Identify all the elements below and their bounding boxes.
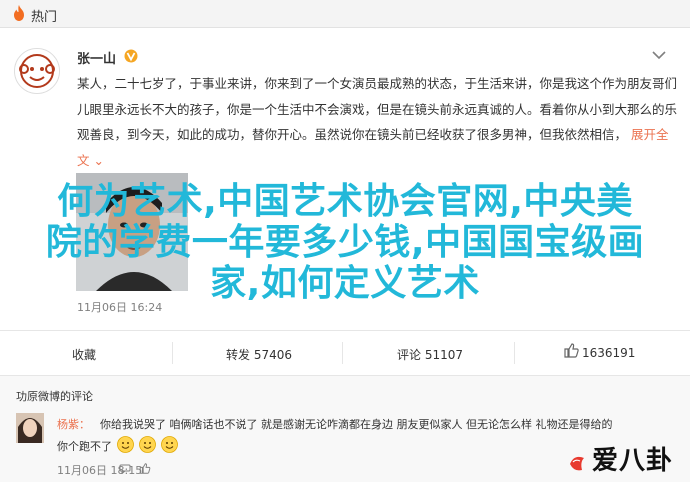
divider [514, 342, 515, 364]
orange-v-icon [124, 49, 138, 63]
post-text: 某人，二十七岁了，于事业来讲，你来到了一个女演员最成熟的状态，于生活来讲，你是我… [77, 71, 677, 173]
grin-emoji-icon [139, 436, 156, 453]
top-bar: 热门 [0, 0, 690, 28]
person-photo-icon [16, 413, 44, 443]
divider [342, 342, 343, 364]
portrait-image-icon [76, 173, 188, 291]
action-bar: 收藏 转发 57406 评论 51107 1636191 [0, 330, 690, 376]
comment-section-title: 功原微博的评论 [16, 390, 93, 403]
chevron-down-small-icon[interactable]: ⌄ [90, 153, 103, 168]
topbar-title: 热门 [31, 10, 58, 25]
like-count[interactable]: 1636191 [582, 346, 635, 360]
divider [172, 342, 173, 364]
flame-icon [14, 5, 24, 21]
post-photo[interactable] [76, 173, 188, 291]
chevron-down-icon[interactable] [652, 50, 666, 60]
author-name[interactable]: 张一山 [77, 48, 116, 67]
grin-emoji-icon [117, 436, 134, 453]
favorite-button[interactable]: 收藏 [72, 346, 96, 363]
comment-text-continued: 你个跑不了 [57, 440, 112, 453]
grin-emoji-icon [161, 436, 178, 453]
post-body: 某人，二十七岁了，于事业来讲，你来到了一个女演员最成熟的状态，于生活来讲，你是我… [77, 76, 678, 142]
monkey-avatar-icon [15, 49, 59, 93]
commenter-avatar[interactable] [16, 413, 44, 443]
watermark-text: 爱八卦 [592, 446, 674, 476]
comment-icon[interactable] [119, 464, 131, 474]
comment-button[interactable]: 评论 51107 [397, 346, 463, 363]
thumbs-up-icon[interactable] [564, 343, 579, 358]
comment-text: 你给我说哭了 咱俩啥话也不说了 就是感谢无论咋滴都在身边 朋友更似家人 但无论怎… [100, 418, 613, 431]
post-time[interactable]: 11月06日 16:24 [77, 299, 162, 315]
commenter-name[interactable]: 杨紫： [57, 416, 90, 432]
like-icon[interactable] [139, 463, 151, 474]
author-avatar[interactable] [14, 48, 60, 94]
repost-button[interactable]: 转发 57406 [226, 346, 292, 363]
